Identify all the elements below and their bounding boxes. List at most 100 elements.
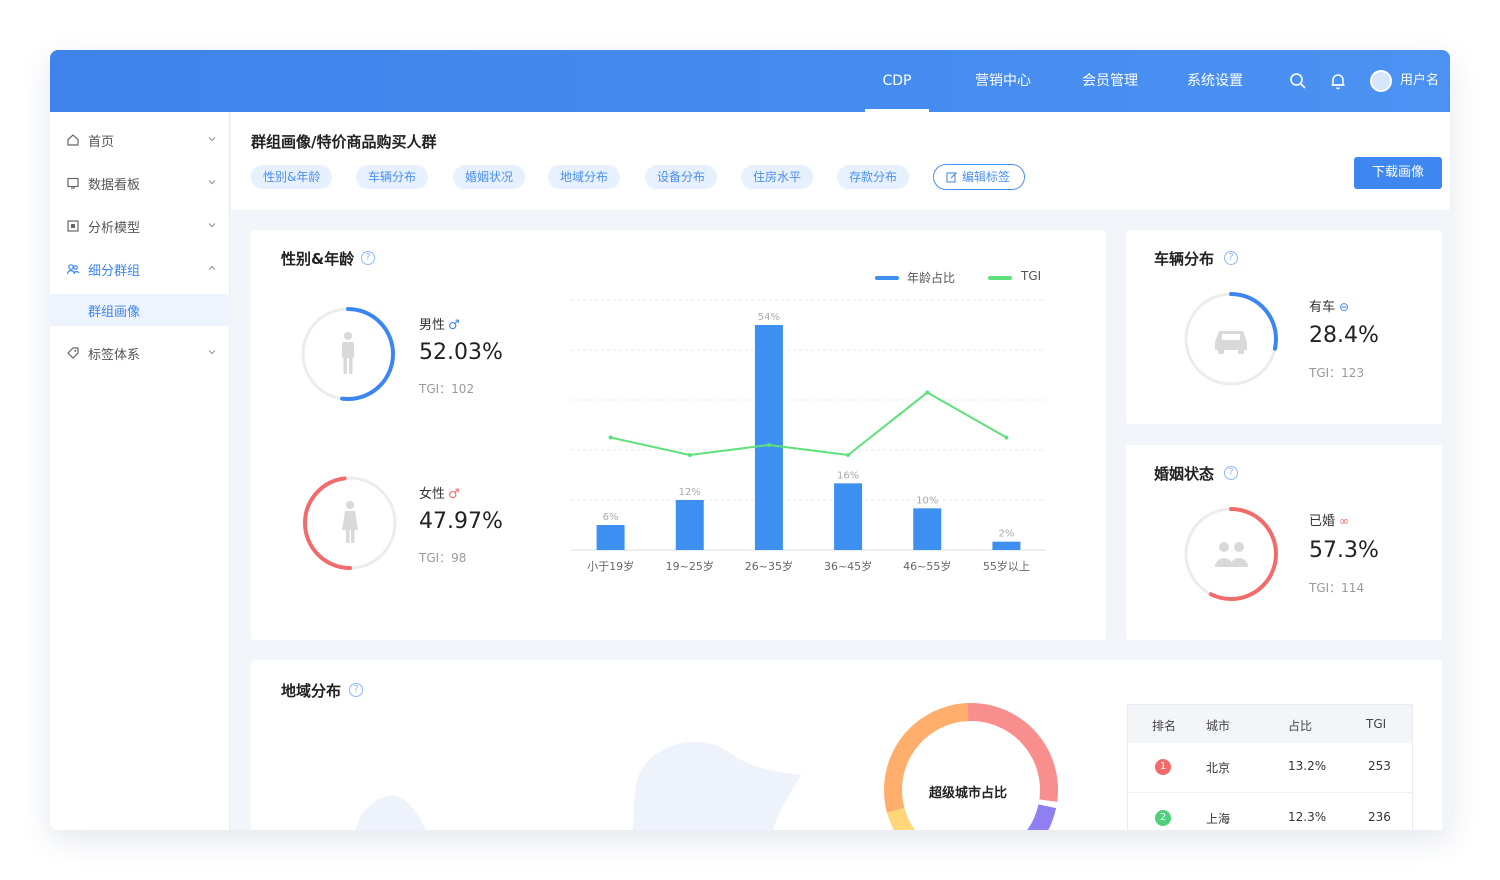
car-small-icon: ⊖ (1339, 300, 1350, 314)
card-title: 地域分布 (281, 682, 342, 700)
bell-icon[interactable] (1328, 71, 1348, 91)
help-icon[interactable]: ? (349, 683, 363, 697)
city-tgi: 253 (1368, 759, 1391, 773)
marriage-label: 已婚 ∞ (1309, 514, 1350, 529)
tag-device[interactable]: 设备分布 (645, 165, 718, 189)
help-icon[interactable]: ? (1224, 466, 1238, 480)
card-title: 性别&年龄 (281, 250, 355, 268)
bar-1 (675, 500, 704, 550)
tag-marriage[interactable]: 婚姻状况 (453, 165, 526, 189)
x-tick-label: 19~25岁 (666, 559, 714, 573)
table-row[interactable]: 1 北京 13.2% 253 (1128, 743, 1412, 793)
vehicle-label: 有车 ⊖ (1309, 300, 1350, 315)
x-tick-label: 26~35岁 (745, 559, 793, 573)
download-portrait-button[interactable]: 下载画像 (1354, 157, 1442, 189)
male-label: 男性 ♂ (419, 318, 460, 333)
sidebar-subitem-label: 群组画像 (88, 305, 141, 320)
sidebar-item-dashboard[interactable]: 数据看板 (50, 163, 230, 203)
nav-tab-cdp[interactable]: CDP (865, 50, 929, 112)
marriage-card: 婚姻状态 ? 已婚 ∞ 57.3% TGI：114 (1126, 445, 1442, 640)
tag-vehicle[interactable]: 车辆分布 (356, 165, 429, 189)
dashboard-icon (67, 177, 79, 189)
marriage-tgi: TGI：114 (1309, 581, 1365, 595)
rank-badge: 1 (1155, 759, 1171, 775)
user-name[interactable]: 用户名 (1400, 50, 1439, 112)
sidebar-item-tags[interactable]: 标签体系 (50, 333, 230, 373)
marriage-ratio-ring (1184, 507, 1278, 601)
chevron-up-icon (208, 265, 216, 270)
bar-value-label: 10% (916, 495, 938, 506)
bar-value-label: 54% (758, 312, 780, 323)
tgi-point-2 (766, 443, 771, 447)
sidebar-item-analysis-model[interactable]: 分析模型 (50, 206, 230, 246)
edit-tags-label: 编辑标签 (962, 170, 1011, 184)
model-icon (67, 220, 79, 232)
female-symbol-icon: ♂ (448, 487, 460, 502)
city-name: 上海 (1206, 812, 1231, 826)
tgi-point-4 (925, 390, 930, 395)
avatar[interactable] (1370, 70, 1392, 92)
age-distribution-chart: 6% 小于19岁 12% 19~25岁 54% 26~35岁 16% 36~45岁 10% 46~… (571, 299, 1046, 573)
chevron-down-icon (208, 137, 216, 142)
sidebar-item-label: 标签体系 (88, 348, 141, 363)
help-icon[interactable]: ? (361, 251, 375, 265)
column-header-rank: 排名 (1152, 719, 1177, 733)
breadcrumb: 群组画像/特价商品购买人群 (251, 133, 437, 151)
edit-icon (946, 172, 957, 183)
sidebar-subitem-group-portrait[interactable]: 群组画像 (50, 294, 230, 326)
legend-swatch-line (988, 276, 1012, 280)
tag-region[interactable]: 地域分布 (548, 165, 621, 189)
table-row[interactable]: 2 上海 12.3% 236 (1128, 794, 1412, 830)
bar-5 (992, 541, 1021, 550)
male-ratio-ring (301, 307, 395, 401)
nav-tab-marketing[interactable]: 营销中心 (968, 50, 1038, 112)
x-tick-label: 小于19岁 (587, 559, 634, 573)
bar-value-label: 2% (998, 529, 1014, 540)
sidebar-item-home[interactable]: 首页 (50, 120, 230, 160)
app-window: CDP 营销中心 会员管理 系统设置 用户名 首页 数据看板 分析模型 细分群组… (50, 50, 1450, 830)
tag-housing[interactable]: 住房水平 (741, 165, 814, 189)
x-tick-label: 55岁以上 (983, 559, 1030, 573)
region-map (355, 741, 801, 830)
legend-label-bar[interactable]: 年龄占比 (907, 269, 955, 286)
legend-swatch-bar (875, 276, 899, 280)
sidebar-item-segments[interactable]: 细分群组 (50, 249, 230, 289)
female-tgi: TGI：98 (419, 551, 467, 565)
vehicle-percentage: 28.4% (1309, 323, 1379, 348)
vehicle-ratio-ring (1184, 292, 1278, 386)
male-tgi: TGI：102 (419, 382, 475, 396)
sidebar-item-label: 数据看板 (88, 178, 141, 193)
chevron-down-icon (208, 180, 216, 185)
gender-age-card: 性别&年龄 ? 男性 ♂ 52.03% TGI：102 女性 ♂ 47.97% … (251, 230, 1106, 640)
city-name: 北京 (1206, 761, 1231, 775)
super-city-donut (884, 703, 1058, 830)
help-icon[interactable]: ? (1224, 251, 1238, 265)
rings-icon: ∞ (1339, 514, 1350, 528)
search-icon[interactable] (1288, 71, 1308, 91)
nav-tab-members[interactable]: 会员管理 (1075, 50, 1145, 112)
marriage-percentage: 57.3% (1309, 538, 1379, 563)
x-tick-label: 36~45岁 (824, 559, 872, 573)
tgi-point-1 (687, 453, 692, 457)
chevron-down-icon (208, 350, 216, 355)
tag-gender-age[interactable]: 性别&年龄 (251, 165, 333, 189)
female-label: 女性 ♂ (419, 487, 460, 502)
tgi-line (610, 391, 1007, 457)
card-title: 车辆分布 (1154, 250, 1215, 268)
female-ratio-ring (303, 476, 397, 570)
tgi-point-5 (1004, 435, 1009, 440)
page-header: 群组画像/特价商品购买人群 性别&年龄 车辆分布 婚姻状况 地域分布 设备分布 … (231, 112, 1450, 210)
legend-label-line[interactable]: TGI (1021, 269, 1041, 283)
nav-tab-settings[interactable]: 系统设置 (1180, 50, 1250, 112)
sidebar-item-label: 细分群组 (88, 264, 141, 279)
city-ranking-table: 排名 城市 占比 TGI 1 北京 13.2% 253 2 上海 12.3% 2… (1127, 704, 1413, 830)
tag-deposit[interactable]: 存款分布 (837, 165, 910, 189)
column-header-tgi: TGI (1366, 717, 1387, 731)
x-tick-label: 46~55岁 (903, 559, 951, 573)
edit-tags-button[interactable]: 编辑标签 (933, 164, 1026, 190)
column-header-share: 占比 (1288, 719, 1313, 733)
tgi-point-0 (608, 435, 613, 440)
female-person-icon (342, 501, 358, 543)
table-header: 排名 城市 占比 TGI (1128, 705, 1412, 743)
male-person-icon (342, 332, 354, 374)
